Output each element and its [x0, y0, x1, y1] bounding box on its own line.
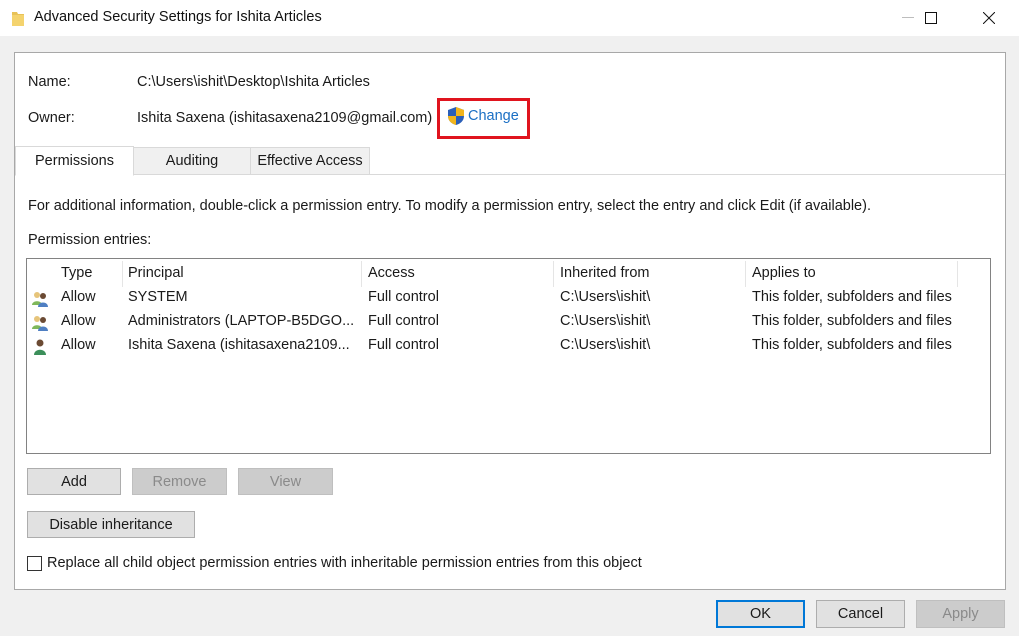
- disable-inheritance-button[interactable]: Disable inheritance: [27, 511, 195, 538]
- row-type: Allow: [61, 313, 96, 329]
- permission-row[interactable]: Allow Ishita Saxena (ishitasaxena2109...…: [27, 335, 990, 359]
- row-applies-to: This folder, subfolders and files: [752, 337, 952, 353]
- column-header-type[interactable]: Type: [61, 265, 92, 281]
- column-separator[interactable]: [553, 261, 554, 287]
- instructions-text: For additional information, double-click…: [28, 198, 871, 214]
- row-access: Full control: [368, 289, 439, 305]
- row-inherited-from: C:\Users\ishit\: [560, 289, 651, 305]
- maximize-button[interactable]: [908, 0, 954, 36]
- apply-button[interactable]: Apply: [916, 600, 1005, 628]
- row-principal: Ishita Saxena (ishitasaxena2109...: [128, 337, 350, 353]
- folder-icon: [12, 12, 24, 26]
- title-bar: Advanced Security Settings for Ishita Ar…: [0, 0, 1019, 36]
- add-button[interactable]: Add: [27, 468, 121, 495]
- row-access: Full control: [368, 337, 439, 353]
- change-owner-link[interactable]: Change: [447, 106, 519, 126]
- column-separator[interactable]: [745, 261, 746, 287]
- maximize-icon: [925, 12, 937, 24]
- close-button[interactable]: [966, 0, 1012, 36]
- row-type: Allow: [61, 289, 96, 305]
- owner-value: Ishita Saxena (ishitasaxena2109@gmail.co…: [137, 110, 433, 126]
- row-access: Full control: [368, 313, 439, 329]
- group-users-icon: [32, 292, 48, 307]
- row-applies-to: This folder, subfolders and files: [752, 289, 952, 305]
- column-header-inherited-from[interactable]: Inherited from: [560, 265, 649, 281]
- window-title: Advanced Security Settings for Ishita Ar…: [34, 9, 322, 25]
- row-type: Allow: [61, 337, 96, 353]
- owner-label: Owner:: [28, 110, 75, 126]
- replace-child-permissions-checkbox[interactable]: [27, 556, 42, 571]
- name-value: C:\Users\ishit\Desktop\Ishita Articles: [137, 74, 370, 90]
- permission-entries-label: Permission entries:: [28, 232, 152, 248]
- column-separator[interactable]: [957, 261, 958, 287]
- permission-row[interactable]: Allow SYSTEM Full control C:\Users\ishit…: [27, 287, 990, 311]
- column-header-principal[interactable]: Principal: [128, 265, 184, 281]
- tab-effective-access[interactable]: Effective Access: [250, 147, 370, 175]
- name-label: Name:: [28, 74, 71, 90]
- ok-button[interactable]: OK: [716, 600, 805, 628]
- row-inherited-from: C:\Users\ishit\: [560, 337, 651, 353]
- row-inherited-from: C:\Users\ishit\: [560, 313, 651, 329]
- tab-auditing[interactable]: Auditing: [133, 147, 251, 175]
- column-separator[interactable]: [122, 261, 123, 287]
- uac-shield-icon: [448, 107, 464, 125]
- column-header-access[interactable]: Access: [368, 265, 415, 281]
- user-icon: [34, 339, 46, 355]
- row-principal: SYSTEM: [128, 289, 188, 305]
- replace-child-permissions-label[interactable]: Replace all child object permission entr…: [47, 555, 642, 571]
- permission-row[interactable]: Allow Administrators (LAPTOP-B5DGO... Fu…: [27, 311, 990, 335]
- remove-button[interactable]: Remove: [132, 468, 227, 495]
- group-users-icon: [32, 316, 48, 331]
- column-separator[interactable]: [361, 261, 362, 287]
- permission-entries-list[interactable]: Type Principal Access Inherited from App…: [26, 258, 991, 454]
- column-header-applies-to[interactable]: Applies to: [752, 265, 816, 281]
- change-label: Change: [468, 108, 519, 124]
- view-button[interactable]: View: [238, 468, 333, 495]
- row-principal: Administrators (LAPTOP-B5DGO...: [128, 313, 355, 329]
- tab-permissions[interactable]: Permissions: [15, 146, 134, 176]
- cancel-button[interactable]: Cancel: [816, 600, 905, 628]
- row-applies-to: This folder, subfolders and files: [752, 313, 952, 329]
- close-icon: [983, 12, 995, 24]
